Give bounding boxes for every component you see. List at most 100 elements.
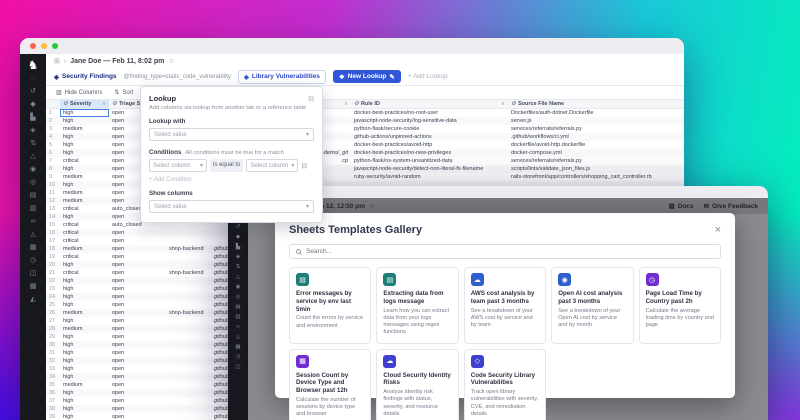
cell-source-file[interactable]: docker-compose.yml bbox=[508, 149, 684, 157]
cell-severity[interactable]: medium bbox=[60, 197, 109, 205]
cell-severity[interactable]: medium bbox=[60, 173, 109, 181]
sidebar-nav-icon[interactable]: △ bbox=[30, 150, 37, 163]
cell-triage-status[interactable]: open bbox=[109, 301, 166, 309]
cell-service[interactable] bbox=[166, 333, 211, 341]
sidebar-nav-icon[interactable]: ◬ bbox=[30, 228, 37, 241]
cell-rule-id[interactable]: javascript-node-security/log-sensitive-d… bbox=[351, 117, 508, 125]
cell-triage-status[interactable]: open bbox=[109, 405, 166, 413]
cell-service[interactable] bbox=[166, 277, 211, 285]
cell-severity[interactable]: high bbox=[60, 141, 109, 149]
docs-button[interactable]: ▤ Docs bbox=[669, 202, 694, 210]
cell-severity[interactable]: high bbox=[60, 285, 109, 293]
cell-rule-id[interactable]: python-flask/secure-cookie bbox=[351, 125, 508, 133]
app-logo-icon[interactable]: ♞ bbox=[28, 58, 39, 72]
cell-triage-status[interactable]: open bbox=[109, 229, 166, 237]
cell-severity[interactable]: high bbox=[60, 413, 109, 420]
template-card[interactable]: ◇ Code Security Library Vulnerabilities … bbox=[464, 349, 546, 420]
sidebar-nav-icon[interactable]: ▤ bbox=[30, 189, 37, 202]
cell-triage-status[interactable]: open bbox=[109, 365, 166, 373]
cell-severity[interactable]: medium bbox=[60, 381, 109, 389]
sidebar-nav-icon[interactable]: ▥ bbox=[235, 312, 240, 322]
sidebar-nav-icon[interactable]: ◎ bbox=[235, 292, 240, 302]
sidebar-nav-icon[interactable]: ↺ bbox=[235, 222, 240, 232]
sidebar-nav-icon[interactable]: ◆ bbox=[235, 232, 240, 242]
cell-triage-status[interactable]: open bbox=[109, 397, 166, 405]
cell-service[interactable] bbox=[166, 229, 211, 237]
condition-operator[interactable]: is equal to bbox=[210, 159, 243, 172]
cell-service[interactable]: shop-backend bbox=[166, 269, 211, 277]
cell-triage-status[interactable]: open bbox=[109, 277, 166, 285]
sidebar-nav-icon[interactable]: ▙ bbox=[30, 111, 37, 124]
cell-service[interactable] bbox=[166, 293, 211, 301]
cell-source-file[interactable]: Dockerfiles/auth-dotnet.Dockerfile bbox=[508, 109, 684, 117]
cell-severity[interactable]: medium bbox=[60, 309, 109, 317]
template-card[interactable]: ☁ Cloud Security Identity Risks Analyze … bbox=[376, 349, 458, 420]
traffic-light-icon[interactable] bbox=[41, 43, 47, 49]
add-lookup-button[interactable]: + Add Lookup bbox=[408, 73, 448, 80]
sidebar-nav-icon[interactable]: ◬ bbox=[235, 332, 240, 342]
cell-source-file[interactable]: services/referrals/referrals.py bbox=[508, 157, 684, 165]
sidebar-nav-icon[interactable]: ▦ bbox=[30, 241, 37, 254]
cell-severity[interactable]: medium bbox=[60, 125, 109, 133]
sidebar-nav-icon[interactable]: ◈ bbox=[235, 252, 240, 262]
cell-severity[interactable]: medium bbox=[60, 245, 109, 253]
sidebar-nav-icon[interactable]: ◫ bbox=[30, 267, 37, 280]
cell-triage-status[interactable]: open bbox=[109, 237, 166, 245]
cell-triage-status[interactable]: open bbox=[109, 269, 166, 277]
sidebar-nav-icon[interactable]: ◉ bbox=[235, 282, 240, 292]
cell-severity[interactable]: critical bbox=[60, 205, 109, 213]
cell-service[interactable] bbox=[166, 325, 211, 333]
cell-severity[interactable]: high bbox=[60, 349, 109, 357]
sidebar-nav-icon[interactable]: ▙ bbox=[235, 242, 240, 252]
new-lookup-button[interactable]: ❖ New Lookup ✎ bbox=[333, 70, 401, 83]
cell-severity[interactable]: high bbox=[60, 149, 109, 157]
template-card[interactable]: ▤ Error messages by service by env last … bbox=[289, 267, 371, 344]
cell-severity[interactable]: high bbox=[60, 165, 109, 173]
cell-severity[interactable]: medium bbox=[60, 189, 109, 197]
sidebar-nav-icon[interactable]: ◭ bbox=[30, 293, 37, 306]
chevron-down-icon[interactable]: ∨ bbox=[344, 100, 348, 108]
sidebar-nav-icon[interactable]: ◫ bbox=[235, 362, 240, 372]
sidebar-nav-icon[interactable]: ◎ bbox=[30, 176, 37, 189]
sidebar-nav-icon[interactable]: ▥ bbox=[30, 202, 37, 215]
template-search[interactable] bbox=[289, 244, 721, 259]
cell-triage-status[interactable]: open bbox=[109, 333, 166, 341]
sidebar-nav-icon[interactable]: △ bbox=[235, 272, 240, 282]
close-icon[interactable]: × bbox=[715, 224, 721, 236]
cell-rule-id[interactable]: docker-best-practices/no-new-privileges bbox=[351, 149, 508, 157]
cell-source-file[interactable]: dockerfile/avoid-http.dockerfile bbox=[508, 141, 684, 149]
tab-library-vulnerabilities[interactable]: ◈ Library Vulnerabilities bbox=[238, 70, 326, 84]
cell-triage-status[interactable]: open bbox=[109, 325, 166, 333]
cell-service[interactable] bbox=[166, 389, 211, 397]
cell-severity[interactable]: medium bbox=[60, 325, 109, 333]
cell-severity[interactable]: high bbox=[60, 333, 109, 341]
cell-source-file[interactable]: scripts/lints/validate_json_files.js bbox=[508, 165, 684, 173]
sidebar-nav-icon[interactable]: ◌ bbox=[30, 72, 37, 85]
cell-severity[interactable]: high bbox=[60, 261, 109, 269]
cell-service[interactable] bbox=[166, 341, 211, 349]
sidebar-nav-icon[interactable]: ◈ bbox=[30, 124, 37, 137]
cell-service[interactable] bbox=[166, 285, 211, 293]
cell-triage-status[interactable]: open bbox=[109, 381, 166, 389]
star-icon[interactable]: ☆ bbox=[168, 57, 174, 65]
sidebar-nav-icon[interactable]: ⇅ bbox=[30, 137, 37, 150]
cell-service[interactable] bbox=[166, 357, 211, 365]
sidebar-nav-icon[interactable]: ◷ bbox=[30, 254, 37, 267]
column-header-rule-id[interactable]: ⚙Rule ID ∨ bbox=[351, 100, 508, 108]
show-columns-select[interactable]: Select value ▾ bbox=[149, 200, 314, 213]
cell-severity[interactable]: high bbox=[60, 365, 109, 373]
cell-severity[interactable]: high bbox=[60, 397, 109, 405]
cell-severity[interactable]: critical bbox=[60, 253, 109, 261]
sidebar-nav-icon[interactable]: ▤ bbox=[235, 302, 240, 312]
cell-severity[interactable]: high bbox=[60, 213, 109, 221]
cell-rule-id[interactable]: docker-best-practices/no-root-user bbox=[351, 109, 508, 117]
sort-button[interactable]: ⇅ Sort bbox=[114, 89, 133, 96]
cell-severity[interactable]: high bbox=[60, 317, 109, 325]
sidebar-nav-icon[interactable]: ◉ bbox=[30, 163, 37, 176]
traffic-light-icon[interactable] bbox=[30, 43, 36, 49]
cell-rule-id[interactable]: github-actions/unpinned-actions bbox=[351, 133, 508, 141]
cell-severity[interactable]: high bbox=[60, 293, 109, 301]
cell-triage-status[interactable]: open bbox=[109, 317, 166, 325]
cell-service[interactable] bbox=[166, 253, 211, 261]
add-condition-button[interactable]: + Add Condition bbox=[149, 177, 314, 183]
